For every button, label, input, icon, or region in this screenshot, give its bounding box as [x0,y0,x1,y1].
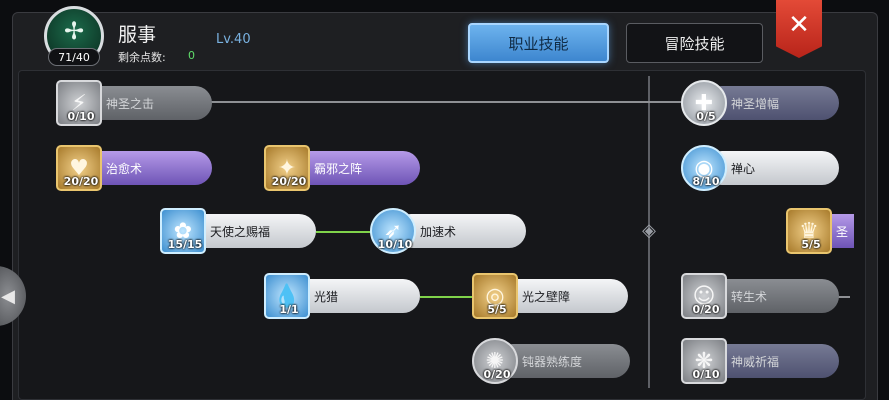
connector-line [420,296,476,298]
chevron-left-icon: ◀ [1,285,15,307]
connector-line [210,101,688,103]
skill-name: 光之壁障 [522,290,571,304]
skill-light-barrier[interactable]: 光之壁障 ◎ 5/5 [472,273,628,319]
skill-level: 20/20 [63,175,99,188]
tab-adventure-skills[interactable]: 冒险技能 [626,23,763,63]
skill-level: 5/5 [487,303,507,316]
skill-divine-prayer[interactable]: 神威祈福 ❋ 0/10 [681,338,839,384]
skill-name: 光猎 [314,290,339,304]
skill-name: 治愈术 [106,162,143,176]
skill-evil-banish[interactable]: 霸邪之阵 ✦ 20/20 [264,145,420,191]
skill-blunt-mastery[interactable]: 钝器熟练度 ✺ 0/20 [472,338,630,384]
skill-level: 0/10 [67,110,95,123]
skill-level: 0/5 [696,110,716,123]
skill-level: 20/20 [271,175,307,188]
skill-name: 禅心 [731,162,756,176]
skill-name: 钝器熟练度 [522,355,583,369]
skill-name: 圣 [836,225,849,239]
tab-job-skills[interactable]: 职业技能 [468,23,609,63]
job-level-progress: 71/40 [48,48,100,66]
close-button[interactable]: ✕ [776,0,822,58]
skill-heal[interactable]: 治愈术 ♥ 20/20 [56,145,212,191]
skill-level: 5/5 [801,238,821,251]
skill-name: 神威祈福 [731,355,780,369]
skill-level: 0/20 [483,368,511,381]
skill-name: 神圣之击 [106,97,155,111]
connector-line [316,231,374,233]
skill-name: 加速术 [420,225,457,239]
skill-name: 转生术 [731,290,768,304]
skill-level: 15/15 [167,238,203,251]
skill-resurrection[interactable]: 转生术 ☺ 0/20 [681,273,839,319]
skill-haste[interactable]: 加速术 ➶ 10/10 [370,208,526,254]
close-icon: ✕ [788,10,810,40]
skill-holy-strike[interactable]: 神圣之击 ⚡ 0/10 [56,80,212,126]
skill-level: 10/10 [377,238,413,251]
job-level: Lv.40 [216,32,251,47]
cross-icon: ✢ [63,17,85,45]
divider-ornament-icon: ◈ [642,220,656,241]
skill-holy-partial[interactable]: 圣 ♛ 5/5 [786,208,854,254]
skill-holy-amplify[interactable]: 神圣增幅 ✚ 0/5 [681,80,839,126]
skill-name: 神圣增幅 [731,97,780,111]
skill-level: 8/10 [692,175,720,188]
remaining-points-label: 剩余点数: [118,51,166,64]
skill-name: 天使之赐福 [210,225,271,239]
skill-zen[interactable]: 禅心 ◉ 8/10 [681,145,839,191]
skill-level: 0/10 [692,368,720,381]
skill-level: 1/1 [279,303,299,316]
skill-name: 霸邪之阵 [314,162,363,176]
job-name: 服事 [118,24,157,46]
skill-light-hunt[interactable]: 光猎 💧 1/1 [264,273,420,319]
remaining-points-value: 0 [188,49,195,62]
skill-level: 0/20 [692,303,720,316]
skill-angel-blessing[interactable]: 天使之赐福 ✿ 15/15 [160,208,316,254]
